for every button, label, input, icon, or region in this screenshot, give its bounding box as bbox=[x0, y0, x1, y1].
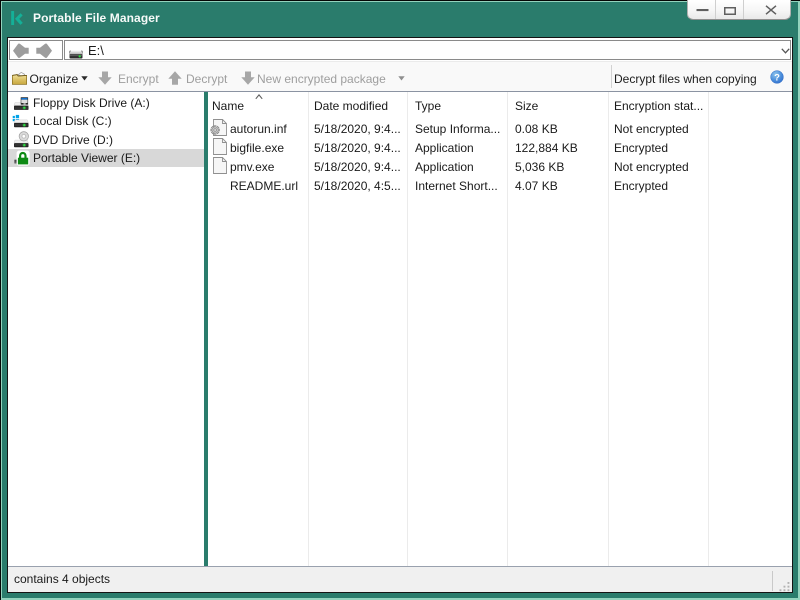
svg-text:?: ? bbox=[774, 72, 780, 83]
